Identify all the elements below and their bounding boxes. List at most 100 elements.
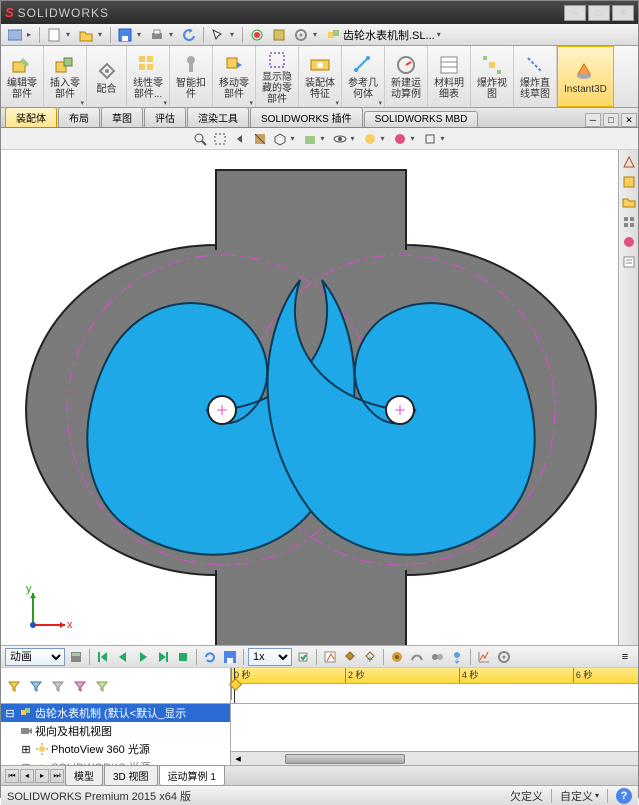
appearance-icon[interactable] [391, 130, 409, 148]
tree-root[interactable]: ⊟ 齿轮水表机制 (默认<默认_显示 [1, 704, 230, 722]
select-icon[interactable] [208, 26, 228, 44]
dropdown-icon[interactable]: ▾ [381, 134, 389, 143]
stop-icon[interactable] [174, 648, 192, 666]
status-custom[interactable]: 自定义 [560, 788, 593, 804]
save-anim-icon[interactable] [221, 648, 239, 666]
play-back-icon[interactable] [114, 648, 132, 666]
play-icon[interactable] [134, 648, 152, 666]
time-ruler[interactable]: 0 秒 2 秒 4 秒 6 秒 [231, 668, 638, 684]
dropdown-icon[interactable]: ▾ [595, 791, 599, 800]
rib-insert-component[interactable]: 插入零部件▾ [44, 46, 87, 107]
tab-render[interactable]: 渲染工具 [187, 107, 249, 127]
tab-3dview[interactable]: 3D 视图 [104, 765, 158, 786]
plus-icon[interactable]: ⊞ [19, 761, 33, 765]
dropdown-icon[interactable]: ▾ [137, 30, 145, 39]
tab-model[interactable]: 模型 [65, 765, 103, 786]
addkey-icon[interactable]: + [361, 648, 379, 666]
dropdown-icon[interactable]: ▾ [351, 134, 359, 143]
options-icon[interactable] [269, 26, 289, 44]
dropdown-icon[interactable]: ▾ [321, 134, 329, 143]
plus-icon[interactable]: ⊞ [19, 743, 33, 755]
rib-explode-view[interactable]: 爆炸视图 [471, 46, 514, 107]
playhead[interactable] [231, 668, 240, 703]
rebuild-icon[interactable] [247, 26, 267, 44]
filter-view-icon[interactable] [5, 677, 23, 695]
motion-type-select[interactable]: 动画 [5, 648, 65, 666]
rib-explode-line-sketch[interactable]: 爆炸直线草图 [514, 46, 557, 107]
dropdown-icon[interactable]: ▾ [441, 134, 449, 143]
motion-tree[interactable]: ⊟ 齿轮水表机制 (默认<默认_显示 视向及相机视图 ⊞ PhotoView 3… [1, 704, 231, 765]
anim-wizard-icon[interactable] [321, 648, 339, 666]
motion-opts-icon[interactable] [495, 648, 513, 666]
tabs-prev-all[interactable]: ⏮ [5, 769, 19, 783]
rib-move-component[interactable]: 移动零部件▾ [213, 46, 256, 107]
prev-view-icon[interactable] [231, 130, 249, 148]
tree-track-area[interactable]: ◂ [231, 704, 638, 765]
rib-assembly-feature[interactable]: 装配体特征▾ [299, 46, 342, 107]
help-icon[interactable]: ? [616, 788, 632, 804]
tabs-next[interactable]: ▸ [35, 769, 49, 783]
rail-view-palette-icon[interactable] [621, 214, 637, 230]
doc-min[interactable]: ─ [585, 113, 601, 127]
tree-orientation[interactable]: 视向及相机视图 [1, 722, 230, 740]
motor-icon[interactable] [388, 648, 406, 666]
filter-driven-icon[interactable] [49, 677, 67, 695]
scene-icon[interactable] [361, 130, 379, 148]
play-start-icon[interactable] [94, 648, 112, 666]
tab-layout[interactable]: 布局 [58, 107, 100, 127]
menu-flyout-icon[interactable] [5, 26, 25, 44]
play-fwd-icon[interactable] [154, 648, 172, 666]
tab-motion-study-1[interactable]: 运动算例 1 [159, 765, 225, 786]
loop-icon[interactable] [201, 648, 219, 666]
print-icon[interactable] [147, 26, 167, 44]
rib-smart-fastener[interactable]: 智能扣件 [170, 46, 213, 107]
tab-evaluate[interactable]: 评估 [144, 107, 186, 127]
viewport-3d[interactable]: x y [1, 150, 618, 645]
save-icon[interactable] [115, 26, 135, 44]
dropdown-icon[interactable]: ▾ [230, 30, 238, 39]
section-view-icon[interactable] [251, 130, 269, 148]
rail-file-explorer-icon[interactable] [621, 194, 637, 210]
document-selector[interactable]: 齿轮水表机制.SL... ▾ [327, 27, 445, 43]
hide-show-icon[interactable] [331, 130, 349, 148]
tab-addins[interactable]: SOLIDWORKS 插件 [250, 107, 363, 127]
zoom-fit-icon[interactable] [191, 130, 209, 148]
graphics-area[interactable]: x y [1, 150, 638, 645]
dropdown-icon[interactable]: ▾ [66, 30, 74, 39]
dropdown-icon[interactable]: ▾ [169, 30, 177, 39]
tab-mbd[interactable]: SOLIDWORKS MBD [364, 111, 479, 127]
rail-custom-props-icon[interactable] [621, 254, 637, 270]
new-icon[interactable] [44, 26, 64, 44]
settings-icon[interactable] [291, 26, 311, 44]
rib-new-motion-study[interactable]: 新建运动算例 [385, 46, 428, 107]
rib-edit-component[interactable]: 编辑零部件 [1, 46, 44, 107]
undo-icon[interactable] [179, 26, 199, 44]
dropdown-icon[interactable]: ▸ [27, 30, 35, 39]
collapse-icon[interactable]: ≡ [616, 648, 634, 666]
filter-results-icon[interactable] [93, 677, 111, 695]
view-orient-icon[interactable] [271, 130, 289, 148]
go-icon[interactable] [294, 648, 312, 666]
tree-sw-lights[interactable]: ⊞ SOLIDWORKS 光源 [1, 758, 230, 765]
tab-sketch[interactable]: 草图 [101, 107, 143, 127]
rib-linear-pattern[interactable]: 线性零部件...▾ [127, 46, 170, 107]
tabs-next-all[interactable]: ⏭ [50, 769, 64, 783]
results-icon[interactable] [475, 648, 493, 666]
rib-show-hidden[interactable]: 显示隐藏的零部件 [256, 46, 299, 107]
dropdown-icon[interactable]: ▾ [411, 134, 419, 143]
filter-anim-icon[interactable] [27, 677, 45, 695]
filter-sel-icon[interactable] [71, 677, 89, 695]
dropdown-icon[interactable]: ▾ [98, 30, 106, 39]
autokey-icon[interactable] [341, 648, 359, 666]
rail-appearances-icon[interactable] [621, 234, 637, 250]
doc-close[interactable]: ✕ [621, 113, 637, 127]
window-maximize[interactable]: □ [588, 5, 610, 21]
tab-assembly[interactable]: 装配体 [5, 107, 57, 127]
open-icon[interactable] [76, 26, 96, 44]
tabs-prev[interactable]: ◂ [20, 769, 34, 783]
rib-mate[interactable]: 配合 [87, 46, 127, 107]
zoom-area-icon[interactable] [211, 130, 229, 148]
dropdown-icon[interactable]: ▾ [313, 30, 321, 39]
timeline-track-area[interactable]: 0 秒 2 秒 4 秒 6 秒 [231, 668, 638, 703]
time-track[interactable] [231, 684, 638, 702]
